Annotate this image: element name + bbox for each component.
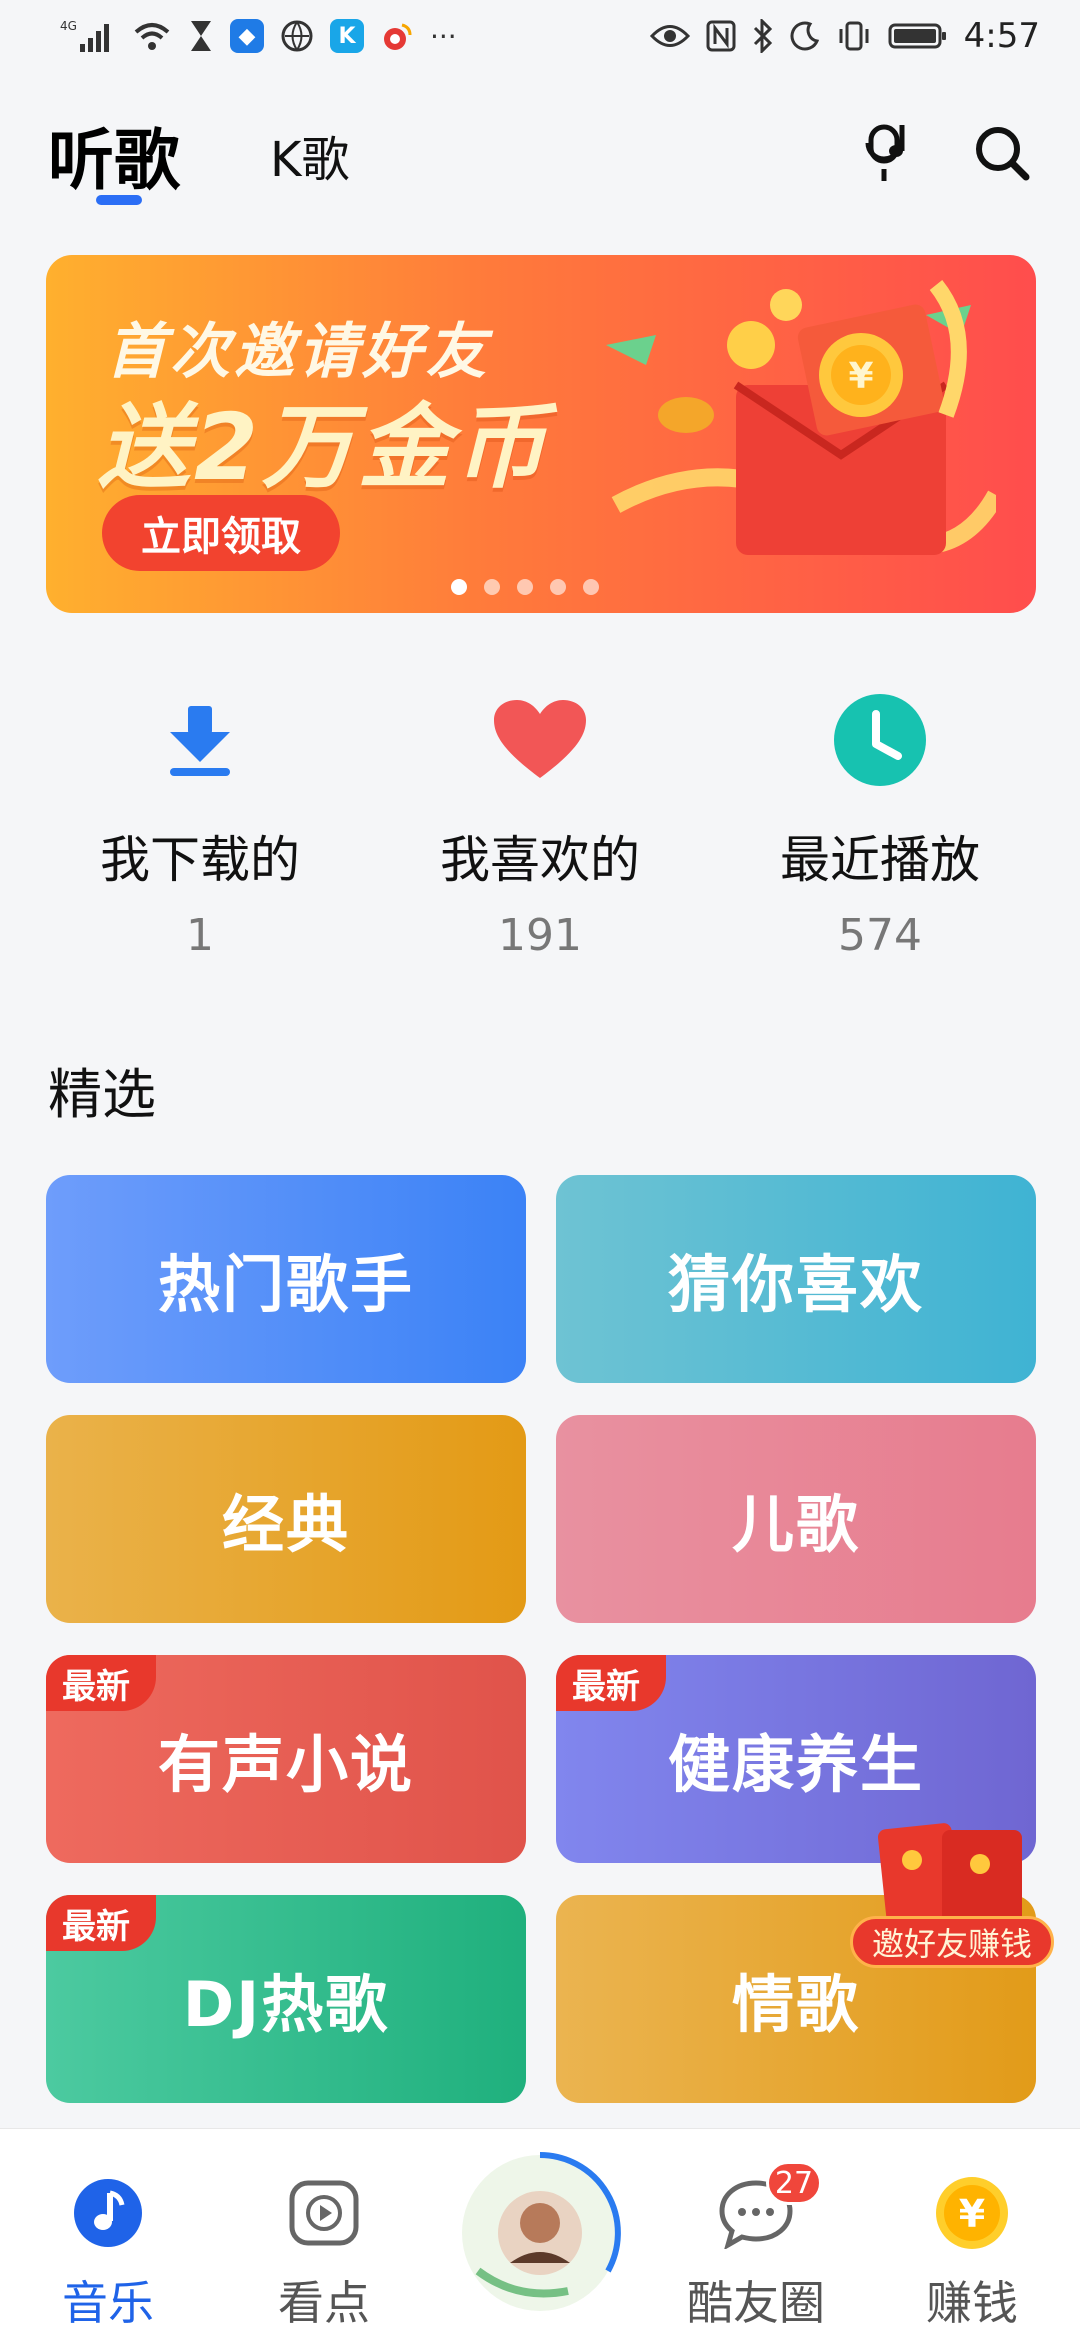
shield-app-icon: ◆ bbox=[230, 19, 264, 53]
nav-earn[interactable]: ¥ 赚钱 bbox=[864, 2167, 1080, 2333]
quick-access-row: 我下载的 1 我喜欢的 191 最近播放 574 bbox=[0, 690, 1080, 970]
claim-now-button[interactable]: 立即领取 bbox=[102, 495, 340, 571]
pagination-dot bbox=[550, 579, 566, 595]
invite-friends-label: 邀好友赚钱 bbox=[850, 1916, 1054, 1968]
new-tag: 最新 bbox=[46, 1895, 156, 1951]
tile-label: 猜你喜欢 bbox=[667, 1248, 924, 1321]
tile-label: DJ热歌 bbox=[182, 1968, 390, 2041]
nav-watch[interactable]: 看点 bbox=[216, 2167, 432, 2333]
hourglass-icon bbox=[188, 16, 214, 56]
play-video-icon bbox=[289, 2180, 359, 2246]
tile-label: 经典 bbox=[221, 1488, 350, 1561]
yuan-coin-icon: ¥ bbox=[936, 2177, 1008, 2249]
my-favorites-entry[interactable]: 我喜欢的 191 bbox=[370, 690, 710, 961]
my-downloads-label: 我下载的 bbox=[100, 831, 300, 889]
bluetooth-icon bbox=[752, 16, 774, 56]
my-favorites-count: 191 bbox=[498, 910, 582, 961]
my-favorites-label: 我喜欢的 bbox=[440, 831, 640, 889]
nav-friends-label: 酷友圈 bbox=[687, 2276, 825, 2330]
top-header: 听歌 K歌 bbox=[0, 100, 1080, 210]
tile-kids-songs[interactable]: 儿歌 bbox=[556, 1415, 1036, 1623]
banner-offer: 送2万金币 bbox=[98, 394, 551, 501]
tile-label: 情歌 bbox=[731, 1968, 860, 2041]
battery-icon bbox=[888, 16, 948, 56]
new-tag: 最新 bbox=[46, 1655, 156, 1711]
kuwo-app-icon: K bbox=[330, 19, 364, 53]
music-note-icon bbox=[74, 2179, 142, 2247]
featured-section-title: 精选 bbox=[48, 1063, 156, 1126]
recently-played-entry[interactable]: 最近播放 574 bbox=[710, 690, 1050, 961]
my-downloads-entry[interactable]: 我下载的 1 bbox=[30, 690, 370, 961]
tile-audio-novels[interactable]: 最新 有声小说 bbox=[46, 1655, 526, 1863]
recently-played-label: 最近播放 bbox=[780, 831, 980, 889]
sina-icon bbox=[380, 16, 414, 56]
voice-search-button[interactable] bbox=[856, 121, 916, 189]
search-icon bbox=[976, 127, 1030, 181]
nav-watch-label: 看点 bbox=[278, 2276, 370, 2330]
clock-icon bbox=[834, 694, 926, 786]
tile-label: 儿歌 bbox=[731, 1488, 860, 1561]
tile-classics[interactable]: 经典 bbox=[46, 1415, 526, 1623]
more-notifications-icon: ··· bbox=[430, 19, 457, 53]
red-envelope-gift-icon: ¥ bbox=[606, 280, 996, 555]
search-button[interactable] bbox=[972, 123, 1032, 187]
heart-icon bbox=[494, 700, 586, 778]
red-envelope-icon bbox=[877, 1823, 1022, 1926]
my-downloads-count: 1 bbox=[186, 910, 214, 961]
active-tab-indicator bbox=[96, 195, 142, 205]
tab-listen-label: 听歌 bbox=[48, 122, 180, 199]
invite-friends-float-button[interactable]: 邀好友赚钱 bbox=[850, 1820, 1060, 1970]
tab-listen[interactable]: 听歌 bbox=[48, 107, 180, 205]
status-bar: 4G ◆ K ··· 4:57 bbox=[0, 0, 1080, 72]
now-playing-disc[interactable] bbox=[458, 2151, 622, 2315]
svg-text:¥: ¥ bbox=[848, 356, 873, 397]
do-not-disturb-icon bbox=[790, 16, 820, 56]
pagination-dot bbox=[451, 579, 467, 595]
tile-guess-you-like[interactable]: 猜你喜欢 bbox=[556, 1175, 1036, 1383]
pagination-dot bbox=[583, 579, 599, 595]
vibrate-icon bbox=[836, 16, 872, 56]
nav-friends-circle[interactable]: 27 酷友圈 bbox=[648, 2161, 864, 2333]
nfc-icon bbox=[706, 16, 736, 56]
pagination-dot bbox=[517, 579, 533, 595]
svg-text:4G: 4G bbox=[60, 19, 77, 33]
microphone-music-icon bbox=[865, 124, 905, 181]
eye-comfort-icon bbox=[649, 16, 690, 56]
svg-text:¥: ¥ bbox=[959, 2192, 985, 2236]
bottom-navigation: 音乐 看点 27 酷友圈 ¥ 赚钱 bbox=[0, 2128, 1080, 2340]
promo-banner[interactable]: 首次邀请好友 送2万金币 立即领取 ¥ bbox=[46, 255, 1036, 613]
clock-time: 4:57 bbox=[963, 16, 1040, 56]
browser-icon bbox=[280, 16, 314, 56]
tile-label: 健康养生 bbox=[667, 1728, 924, 1801]
tile-label: 热门歌手 bbox=[157, 1248, 414, 1321]
banner-pagination bbox=[46, 579, 1036, 595]
album-cover-icon bbox=[462, 2152, 621, 2311]
pagination-dot bbox=[484, 579, 500, 595]
signal-icon: 4G bbox=[60, 16, 116, 56]
recently-played-count: 574 bbox=[838, 910, 922, 961]
tab-karaoke[interactable]: K歌 bbox=[270, 120, 349, 190]
nav-earn-label: 赚钱 bbox=[926, 2276, 1018, 2330]
nav-music[interactable]: 音乐 bbox=[0, 2167, 216, 2333]
notification-badge: 27 bbox=[766, 2161, 822, 2205]
tile-dj-hits[interactable]: 最新 DJ热歌 bbox=[46, 1895, 526, 2103]
tile-hot-singers[interactable]: 热门歌手 bbox=[46, 1175, 526, 1383]
wifi-icon bbox=[132, 16, 172, 56]
download-icon bbox=[170, 706, 230, 776]
new-tag: 最新 bbox=[556, 1655, 666, 1711]
nav-music-label: 音乐 bbox=[62, 2276, 154, 2330]
tile-label: 有声小说 bbox=[157, 1728, 414, 1801]
